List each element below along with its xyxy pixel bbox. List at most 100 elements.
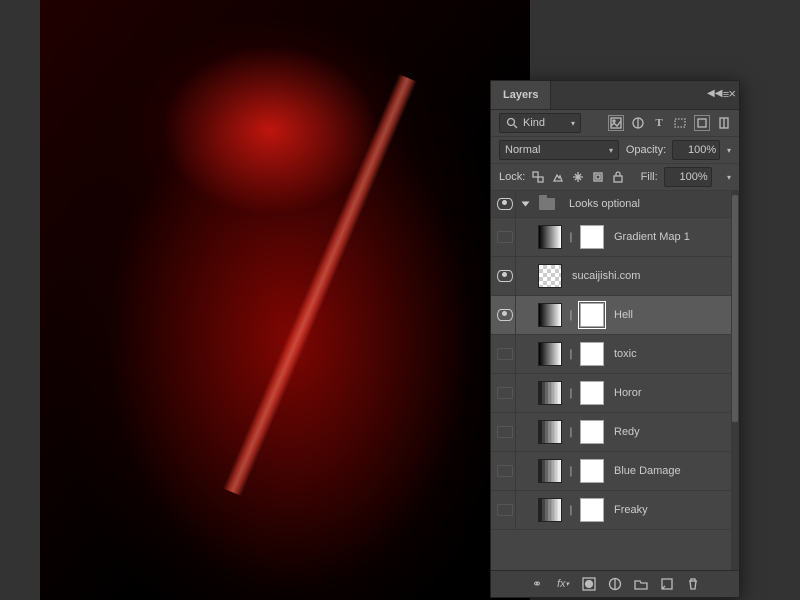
filter-shape-icon[interactable] bbox=[673, 116, 687, 130]
mask-link-icon[interactable]: ❘ bbox=[566, 310, 576, 321]
document-canvas[interactable] bbox=[40, 0, 530, 600]
filter-artboard-icon[interactable] bbox=[717, 116, 731, 130]
lock-image-icon[interactable] bbox=[551, 170, 565, 184]
layer-thumbnail[interactable] bbox=[538, 498, 562, 522]
group-name: Looks optional bbox=[569, 198, 640, 210]
visibility-toggle[interactable] bbox=[495, 257, 516, 295]
visibility-empty bbox=[497, 426, 513, 438]
lock-position-icon[interactable] bbox=[571, 170, 585, 184]
mask-link-icon[interactable]: ❘ bbox=[566, 505, 576, 516]
opacity-value: 100% bbox=[688, 144, 716, 156]
layer-thumbnail[interactable] bbox=[538, 303, 562, 327]
blend-mode-value: Normal bbox=[505, 144, 540, 156]
new-group-icon[interactable] bbox=[634, 577, 649, 592]
layer-thumbnail[interactable] bbox=[538, 342, 562, 366]
layer-filter-row: Kind ▾ T bbox=[491, 110, 739, 137]
adjustment-layer-icon[interactable] bbox=[608, 577, 623, 592]
visibility-toggle[interactable] bbox=[495, 452, 516, 490]
fx-icon[interactable]: fx▾ bbox=[556, 577, 571, 592]
opacity-input[interactable]: 100% bbox=[672, 140, 720, 160]
layer-row[interactable]: ❘ Freaky bbox=[491, 491, 731, 530]
visibility-toggle[interactable] bbox=[495, 191, 516, 217]
artwork bbox=[40, 0, 530, 600]
layer-name-label[interactable]: Freaky bbox=[614, 504, 648, 516]
new-layer-icon[interactable] bbox=[660, 577, 675, 592]
mask-thumbnail[interactable] bbox=[580, 342, 604, 366]
lock-artboard-icon[interactable] bbox=[591, 170, 605, 184]
layer-row[interactable]: ❘ toxic bbox=[491, 335, 731, 374]
mask-thumbnail[interactable] bbox=[580, 303, 604, 327]
layer-thumbnail[interactable] bbox=[538, 459, 562, 483]
mask-link-icon[interactable]: ❘ bbox=[566, 466, 576, 477]
visibility-empty bbox=[497, 348, 513, 360]
layer-thumbnail[interactable] bbox=[538, 381, 562, 405]
scrollbar-thumb[interactable] bbox=[732, 195, 738, 422]
filter-type-icon[interactable]: T bbox=[652, 116, 666, 130]
mask-thumbnail[interactable] bbox=[580, 498, 604, 522]
visibility-toggle[interactable] bbox=[495, 374, 516, 412]
lock-transparent-icon[interactable] bbox=[531, 170, 545, 184]
layer-name-label[interactable]: Hell bbox=[614, 309, 633, 321]
layer-thumbnail[interactable] bbox=[538, 264, 562, 288]
lock-row: Lock: Fill: 100% ▾ bbox=[491, 164, 739, 191]
visibility-empty bbox=[497, 465, 513, 477]
blend-mode-dropdown[interactable]: Normal ▾ bbox=[499, 140, 619, 160]
tab-label: Layers bbox=[503, 89, 538, 101]
add-mask-icon[interactable] bbox=[582, 577, 597, 592]
layer-row[interactable]: ❘ Blue Damage bbox=[491, 452, 731, 491]
visibility-toggle[interactable] bbox=[495, 218, 516, 256]
mask-thumbnail[interactable] bbox=[580, 459, 604, 483]
visibility-toggle[interactable] bbox=[495, 413, 516, 451]
layer-name-label[interactable]: Blue Damage bbox=[614, 465, 681, 477]
blend-row: Normal ▾ Opacity: 100% ▾ bbox=[491, 137, 739, 164]
layers-panel: Layers ≡ Kind ▾ T Normal ▾ Opacity: bbox=[490, 80, 740, 598]
filter-adjustment-icon[interactable] bbox=[631, 116, 645, 130]
mask-thumbnail[interactable] bbox=[580, 381, 604, 405]
fill-input[interactable]: 100% bbox=[664, 167, 712, 187]
delete-layer-icon[interactable] bbox=[686, 577, 701, 592]
chevron-down-icon[interactable]: ▾ bbox=[727, 146, 731, 155]
mask-link-icon[interactable]: ❘ bbox=[566, 388, 576, 399]
tab-layers[interactable]: Layers bbox=[491, 81, 551, 109]
layer-row[interactable]: ❘ Redy bbox=[491, 413, 731, 452]
layer-thumbnail[interactable] bbox=[538, 420, 562, 444]
fill-label: Fill: bbox=[641, 171, 658, 183]
layer-name-label[interactable]: Gradient Map 1 bbox=[614, 231, 690, 243]
layers-footer: ⚭ fx▾ bbox=[491, 570, 739, 597]
visibility-toggle[interactable] bbox=[495, 296, 516, 334]
collapse-panel-icon[interactable]: ◀◀ bbox=[707, 88, 722, 99]
layer-row[interactable]: ❘ Gradient Map 1 bbox=[491, 218, 731, 257]
eye-icon bbox=[497, 309, 513, 321]
filter-image-icon[interactable] bbox=[608, 115, 624, 131]
disclosure-triangle-icon[interactable] bbox=[522, 202, 530, 207]
eye-icon bbox=[497, 270, 513, 282]
layer-row[interactable]: sucaijishi.com bbox=[491, 257, 731, 296]
close-panel-icon[interactable]: × bbox=[728, 86, 736, 101]
folder-icon bbox=[539, 198, 555, 210]
chevron-down-icon[interactable]: ▾ bbox=[727, 173, 731, 182]
visibility-empty bbox=[497, 504, 513, 516]
visibility-empty bbox=[497, 387, 513, 399]
layer-thumbnail[interactable] bbox=[538, 225, 562, 249]
filter-kind-dropdown[interactable]: Kind ▾ bbox=[499, 113, 581, 133]
mask-link-icon[interactable]: ❘ bbox=[566, 232, 576, 243]
visibility-empty bbox=[497, 231, 513, 243]
mask-link-icon[interactable]: ❘ bbox=[566, 349, 576, 360]
layer-name-label[interactable]: Horor bbox=[614, 387, 642, 399]
lock-all-icon[interactable] bbox=[611, 170, 625, 184]
mask-thumbnail[interactable] bbox=[580, 420, 604, 444]
link-layers-icon[interactable]: ⚭ bbox=[530, 577, 545, 592]
visibility-toggle[interactable] bbox=[495, 491, 516, 529]
layer-name-label[interactable]: Redy bbox=[614, 426, 640, 438]
layer-row[interactable]: ❘ Hell bbox=[491, 296, 731, 335]
visibility-toggle[interactable] bbox=[495, 335, 516, 373]
mask-link-icon[interactable]: ❘ bbox=[566, 427, 576, 438]
filter-smartobject-icon[interactable] bbox=[694, 115, 710, 131]
layer-name-label[interactable]: sucaijishi.com bbox=[572, 270, 640, 282]
filter-kind-label: Kind bbox=[523, 117, 545, 129]
scrollbar[interactable] bbox=[731, 191, 739, 570]
mask-thumbnail[interactable] bbox=[580, 225, 604, 249]
layer-group[interactable]: Looks optional bbox=[491, 191, 731, 218]
layer-row[interactable]: ❘ Horor bbox=[491, 374, 731, 413]
layer-name-label[interactable]: toxic bbox=[614, 348, 637, 360]
